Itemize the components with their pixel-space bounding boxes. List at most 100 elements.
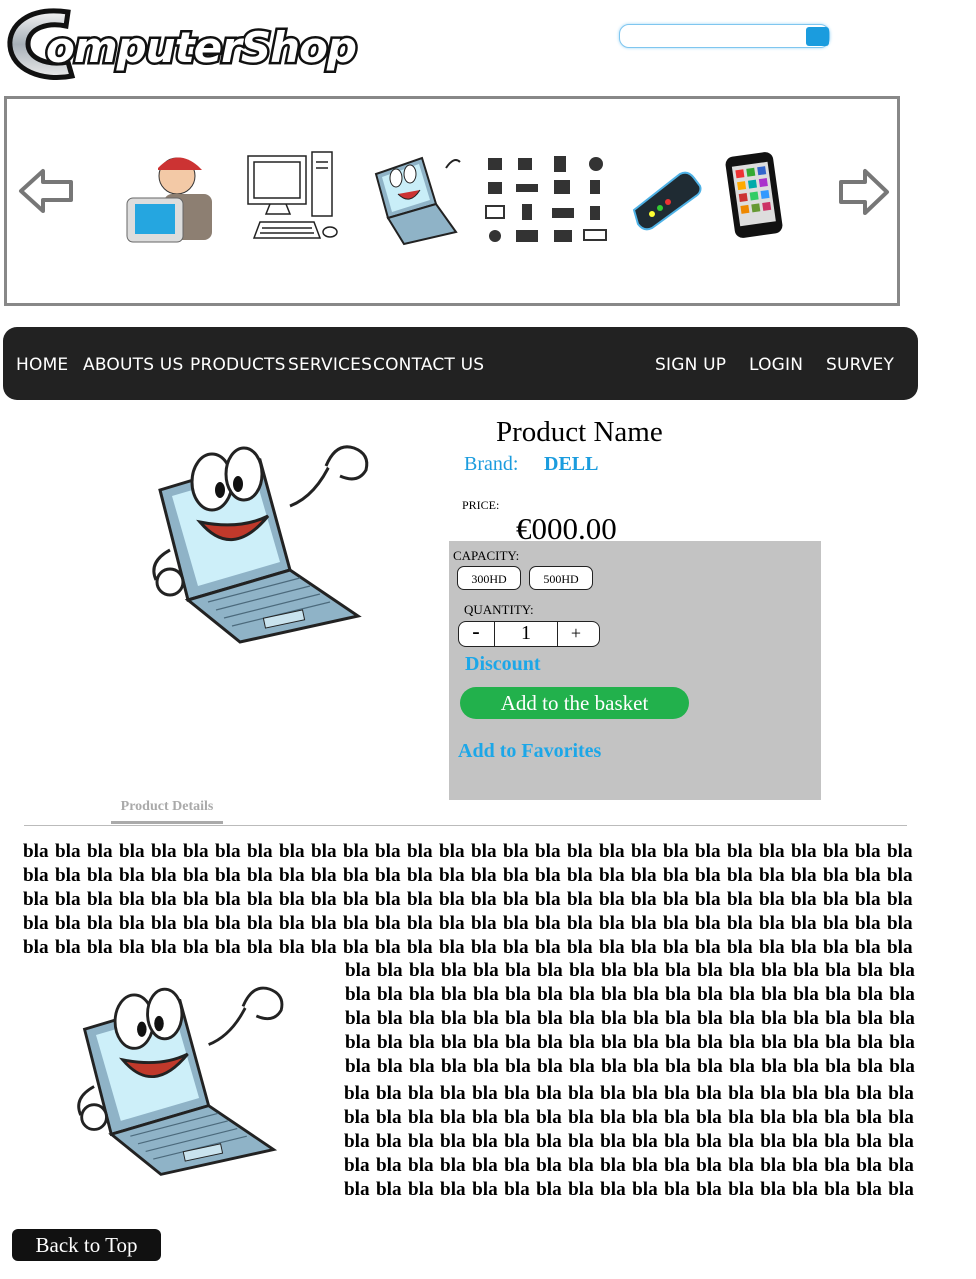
tablet-icon[interactable] [722, 148, 832, 248]
back-to-top-button[interactable]: Back to Top [12, 1229, 161, 1261]
description-word: bla [536, 1107, 562, 1128]
description-word: bla [343, 889, 369, 910]
description-word: bla [183, 913, 209, 934]
description-word: bla [472, 1083, 498, 1104]
nav-contact-us[interactable]: CONTACT US [373, 355, 484, 375]
description-word: bla [23, 865, 49, 886]
description-word: bla [823, 913, 849, 934]
description-word: bla [569, 984, 595, 1005]
description-word: bla [887, 937, 913, 958]
description-line: bla bla bla bla bla bla bla bla bla bla bla bla bla b… [345, 1055, 915, 1079]
description-word: bla [375, 841, 401, 862]
description-word: bla [792, 1107, 818, 1128]
nav-home[interactable]: HOME [16, 355, 68, 375]
description-word: bla [343, 841, 369, 862]
laptop-mascot-icon[interactable] [358, 148, 468, 248]
discount-link[interactable]: Discount [465, 653, 541, 676]
description-word: bla [247, 937, 273, 958]
search-input[interactable] [619, 24, 830, 48]
description-line: bla bla bla bla bla bla bla bla bla bla bla bla bla b… [344, 1130, 914, 1154]
description-word: bla [824, 1083, 850, 1104]
nav-login[interactable]: LOGIN [749, 355, 803, 375]
description-word: bla [183, 841, 209, 862]
description-word: bla [504, 1107, 530, 1128]
description-word: bla [55, 841, 81, 862]
description-word: bla [440, 1179, 466, 1200]
description-word: bla [505, 1056, 531, 1077]
arrow-left-icon[interactable] [18, 168, 74, 219]
arrow-right-icon[interactable] [838, 168, 890, 221]
nav-sign-up[interactable]: SIGN UP [655, 355, 726, 375]
nav-about-us[interactable]: ABOUTS US [83, 355, 183, 375]
description-word: bla [119, 937, 145, 958]
capacity-option-300hd[interactable]: 300HD [457, 566, 521, 590]
description-word: bla [407, 937, 433, 958]
description-word: bla [568, 1179, 594, 1200]
description-word: bla [247, 913, 273, 934]
description-word: bla [472, 1107, 498, 1128]
description-word: bla [87, 841, 113, 862]
quantity-value[interactable]: 1 [494, 621, 558, 647]
add-to-favorites-link[interactable]: Add to Favorites [458, 740, 601, 763]
description-word: bla [503, 865, 529, 886]
description-line: bla bla bla bla bla bla bla bla bla bla bla bla bla b… [345, 983, 915, 1007]
description-word: bla [761, 1056, 787, 1077]
description-word: bla [376, 1083, 402, 1104]
desktop-pc-icon[interactable] [240, 148, 350, 248]
description-word: bla [87, 889, 113, 910]
description-word: bla [567, 889, 593, 910]
description-word: bla [728, 1083, 754, 1104]
add-to-basket-button[interactable]: Add to the basket [460, 687, 689, 719]
computershop-logo[interactable]: omputerShop [6, 4, 442, 82]
description-word: bla [408, 1107, 434, 1128]
description-word: bla [695, 937, 721, 958]
description-word: bla [759, 913, 785, 934]
description-line: bla bla bla bla bla bla bla bla bla bla bla bla bla b… [23, 864, 913, 888]
description-word: bla [537, 960, 563, 981]
description-word: bla [471, 937, 497, 958]
description-word: bla [663, 865, 689, 886]
search-button[interactable] [806, 27, 829, 46]
description-word: bla [376, 1107, 402, 1128]
hardware-icons-grid[interactable] [480, 148, 607, 248]
description-word: bla [633, 984, 659, 1005]
description-word: bla [279, 889, 305, 910]
description-line: bla bla bla bla bla bla bla bla bla bla bla bla bla b… [344, 1178, 914, 1202]
description-word: bla [440, 1083, 466, 1104]
description-word: bla [696, 1107, 722, 1128]
description-word: bla [439, 841, 465, 862]
quantity-increase-button[interactable]: + [558, 621, 594, 647]
nav-services[interactable]: SERVICES [288, 355, 372, 375]
description-word: bla [215, 841, 241, 862]
description-word: bla [407, 841, 433, 862]
nav-survey[interactable]: SURVEY [826, 355, 894, 375]
description-word: bla [569, 1056, 595, 1077]
tab-product-details[interactable]: Product Details [111, 799, 223, 824]
description-word: bla [888, 1155, 914, 1176]
nav-products[interactable]: PRODUCTS [190, 355, 286, 375]
brand-value[interactable]: DELL [544, 453, 598, 476]
capacity-option-500hd[interactable]: 500HD [529, 566, 593, 590]
description-word: bla [665, 1008, 691, 1029]
description-word: bla [471, 841, 497, 862]
description-word: bla [472, 1179, 498, 1200]
description-word: bla [376, 1155, 402, 1176]
description-word: bla [727, 913, 753, 934]
technician-icon[interactable] [122, 148, 232, 248]
description-word: bla [663, 889, 689, 910]
brand-label: Brand: [464, 453, 519, 475]
description-word: bla [696, 1155, 722, 1176]
description-word: bla [631, 913, 657, 934]
description-word: bla [568, 1131, 594, 1152]
description-word: bla [793, 1032, 819, 1053]
description-word: bla [664, 1155, 690, 1176]
quantity-decrease-button[interactable]: - [458, 621, 494, 647]
product-image [140, 430, 380, 655]
description-word: bla [824, 1107, 850, 1128]
description-word: bla [697, 1032, 723, 1053]
description-word: bla [760, 1083, 786, 1104]
description-word: bla [664, 1131, 690, 1152]
description-word: bla [504, 1155, 530, 1176]
description-word: bla [183, 865, 209, 886]
description-word: bla [537, 984, 563, 1005]
